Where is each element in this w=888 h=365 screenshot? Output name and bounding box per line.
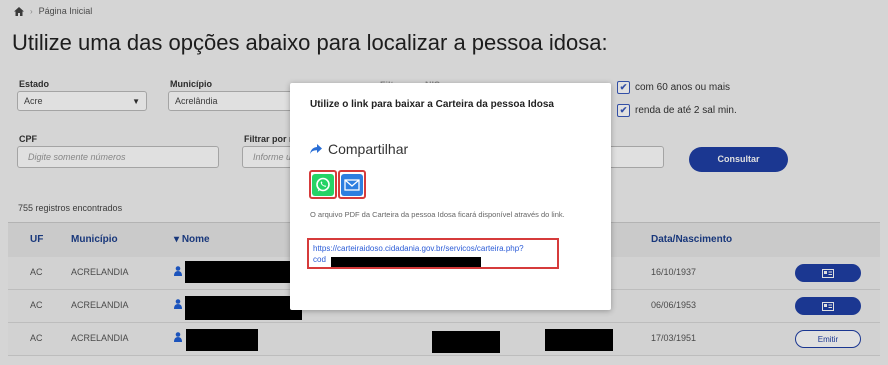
redacted-code xyxy=(331,257,481,267)
email-share-button[interactable] xyxy=(338,170,366,199)
share-heading: Compartilhar xyxy=(310,141,408,157)
share-label: Compartilhar xyxy=(328,141,409,157)
modal-title: Utilize o link para baixar a Carteira da… xyxy=(310,99,554,110)
page: › Página Inicial Utilize uma das opções … xyxy=(0,0,888,365)
carteira-link[interactable]: https://carteiraidoso.cidadania.gov.br/s… xyxy=(307,238,559,269)
whatsapp-icon xyxy=(312,173,334,196)
mail-icon xyxy=(341,173,363,196)
share-modal: Utilize o link para baixar a Carteira da… xyxy=(290,83,611,310)
carteira-link-url[interactable]: https://carteiraidoso.cidadania.gov.br/s… xyxy=(313,243,553,254)
pdf-info-text: O arquivo PDF da Carteira da pessoa Idos… xyxy=(310,210,565,219)
share-arrow-icon xyxy=(310,144,322,154)
whatsapp-share-button[interactable] xyxy=(309,170,337,199)
